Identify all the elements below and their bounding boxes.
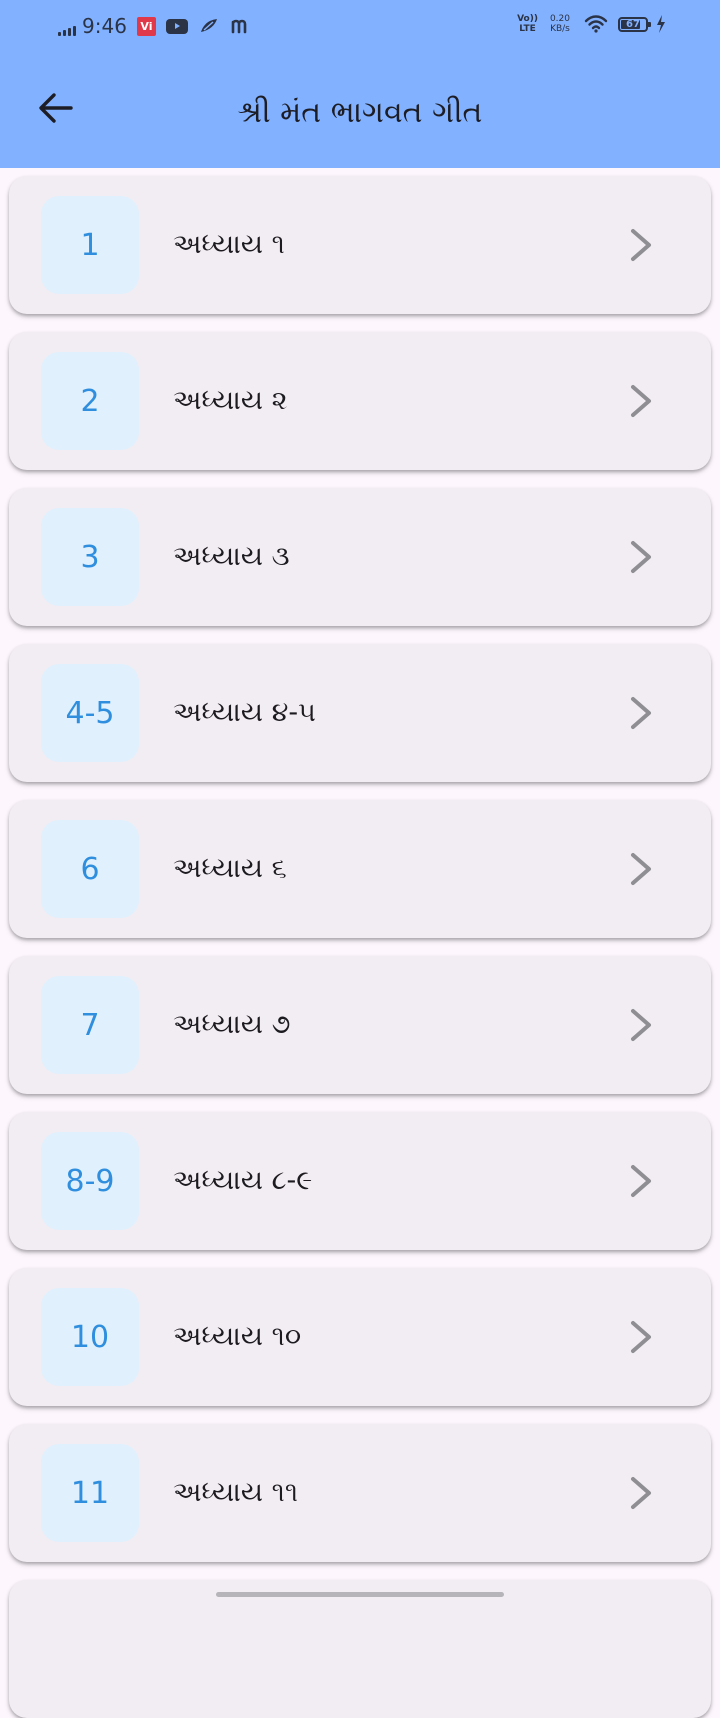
chapter-number-badge: 3 bbox=[41, 508, 139, 606]
chapter-number-badge: 8-9 bbox=[41, 1132, 139, 1230]
chapter-title: અધ્યાય ૧૧ bbox=[173, 1477, 299, 1508]
chapter-title: અધ્યાય ૭ bbox=[173, 1009, 291, 1040]
volte-indicator: Vo)) LTE bbox=[517, 14, 538, 34]
chapter-title: અધ્યાય ૩ bbox=[173, 541, 290, 572]
chapter-card[interactable]: 4-5 અધ્યાય ૪-૫ bbox=[9, 644, 711, 782]
chapter-card[interactable]: 1 અધ્યાય ૧ bbox=[9, 176, 711, 314]
chapter-number-badge: 2 bbox=[41, 352, 139, 450]
chevron-right-icon bbox=[631, 853, 651, 885]
chapter-title: અધ્યાય ૨ bbox=[173, 385, 288, 416]
chapter-number-badge: 11 bbox=[41, 1444, 139, 1542]
chevron-right-icon bbox=[631, 1477, 651, 1509]
chapter-card[interactable]: 6 અધ્યાય ૬ bbox=[9, 800, 711, 938]
chevron-right-icon bbox=[631, 1165, 651, 1197]
chevron-right-icon bbox=[631, 1009, 651, 1041]
status-bar: 9:46 Vi Vo)) LTE 0.20 KB/s 67 bbox=[0, 0, 720, 56]
chevron-right-icon bbox=[631, 697, 651, 729]
chapter-card-partial[interactable] bbox=[9, 1580, 711, 1718]
chapter-number-badge: 7 bbox=[41, 976, 139, 1074]
chapter-card[interactable]: 11 અધ્યાય ૧૧ bbox=[9, 1424, 711, 1562]
m-app-icon bbox=[230, 17, 252, 35]
signal-icon bbox=[58, 22, 76, 36]
home-indicator[interactable] bbox=[216, 1592, 504, 1597]
chapter-number-badge: 4-5 bbox=[41, 664, 139, 762]
charging-icon bbox=[656, 15, 666, 33]
chapter-card[interactable]: 7 અધ્યાય ૭ bbox=[9, 956, 711, 1094]
page-title: શ્રી મંત ભાગવત ગીત bbox=[237, 94, 483, 130]
chapter-title: અધ્યાય ૬ bbox=[173, 853, 287, 884]
chapter-title: અધ્યાય ૧ bbox=[173, 229, 285, 260]
app-bar: શ્રી મંત ભાગવત ગીત bbox=[0, 56, 720, 168]
chapter-number-badge: 10 bbox=[41, 1288, 139, 1386]
network-speed: 0.20 KB/s bbox=[549, 14, 570, 34]
wifi-icon bbox=[584, 15, 608, 33]
status-time: 9:46 bbox=[82, 14, 127, 38]
chevron-right-icon bbox=[631, 229, 651, 261]
chapter-card[interactable]: 10 અધ્યાય ૧૦ bbox=[9, 1268, 711, 1406]
chapter-number-badge: 1 bbox=[41, 196, 139, 294]
chevron-right-icon bbox=[631, 541, 651, 573]
chapter-title: અધ્યાય ૧૦ bbox=[173, 1321, 302, 1352]
youtube-icon bbox=[165, 18, 188, 34]
chevron-right-icon bbox=[631, 385, 651, 417]
chapter-number-badge: 6 bbox=[41, 820, 139, 918]
chapter-card[interactable]: 8-9 અધ્યાય ૮-૯ bbox=[9, 1112, 711, 1250]
chapter-card[interactable]: 2 અધ્યાય ૨ bbox=[9, 332, 711, 470]
battery-icon: 67 bbox=[618, 16, 651, 32]
chapter-title: અધ્યાય ૪-૫ bbox=[173, 697, 316, 728]
feather-app-icon bbox=[198, 17, 220, 35]
status-left: 9:46 Vi bbox=[58, 12, 252, 40]
chapter-title: અધ્યાય ૮-૯ bbox=[173, 1165, 313, 1196]
vi-app-icon: Vi bbox=[136, 16, 156, 36]
chapter-card[interactable]: 3 અધ્યાય ૩ bbox=[9, 488, 711, 626]
status-right: Vo)) LTE 0.20 KB/s 67 bbox=[517, 14, 666, 34]
chevron-right-icon bbox=[631, 1321, 651, 1353]
